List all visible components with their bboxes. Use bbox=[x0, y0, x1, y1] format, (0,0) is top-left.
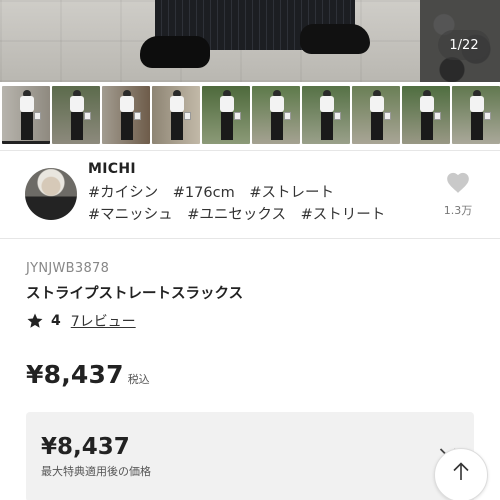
star-icon bbox=[27, 313, 43, 328]
thumbnail[interactable] bbox=[452, 86, 500, 144]
tag-item[interactable]: #ユニセックス bbox=[187, 204, 286, 226]
tag-item[interactable]: #カイシン bbox=[88, 182, 158, 204]
figure-top bbox=[70, 96, 84, 112]
tag-item[interactable]: #176cm bbox=[173, 182, 235, 204]
figure-top bbox=[120, 96, 134, 112]
thumbnail[interactable] bbox=[152, 86, 200, 144]
figure-legs bbox=[321, 112, 333, 140]
figure-legs bbox=[121, 112, 133, 140]
product-main-image[interactable]: 1/22 bbox=[0, 0, 500, 82]
heart-icon bbox=[447, 172, 469, 193]
thumbnail[interactable] bbox=[402, 86, 450, 144]
figure-bag bbox=[284, 112, 291, 120]
best-price-panel[interactable]: ¥8,437 最大特典適用後の価格 bbox=[26, 412, 474, 500]
tag-item[interactable]: #マニッシュ bbox=[88, 204, 173, 226]
divider bbox=[0, 150, 500, 151]
review-link[interactable]: 7レビュー bbox=[71, 311, 136, 331]
rating-row: 4 7レビュー bbox=[26, 311, 136, 331]
figure-legs bbox=[421, 112, 433, 140]
image-counter: 1/22 bbox=[438, 30, 490, 60]
tag-item[interactable]: #ストリート bbox=[301, 204, 386, 226]
figure-bag bbox=[134, 112, 141, 120]
thumbnail[interactable] bbox=[252, 86, 300, 144]
figure-top bbox=[320, 96, 334, 112]
best-price: ¥8,437 bbox=[41, 434, 130, 460]
figure-top bbox=[470, 96, 484, 112]
figure-legs bbox=[471, 112, 483, 140]
price: ¥8,437 bbox=[26, 360, 124, 389]
figure-top bbox=[220, 96, 234, 112]
product-name: ストライプストレートスラックス bbox=[26, 286, 244, 302]
figure-bag bbox=[434, 112, 441, 120]
divider bbox=[0, 238, 500, 239]
tax-label: 税込 bbox=[127, 373, 150, 386]
avatar[interactable] bbox=[25, 168, 77, 220]
arrow-up-icon bbox=[453, 462, 469, 480]
thumbnail[interactable] bbox=[202, 86, 250, 144]
thumbnail[interactable] bbox=[52, 86, 100, 144]
figure-top bbox=[20, 96, 34, 112]
thumbnail-strip bbox=[0, 86, 500, 146]
product-code: JYNJWB3878 bbox=[26, 261, 110, 276]
figure-legs bbox=[71, 112, 83, 140]
figure-top bbox=[270, 96, 284, 112]
price-row: ¥8,437 税込 bbox=[26, 360, 150, 389]
rating-score: 4 bbox=[51, 313, 61, 329]
figure-legs bbox=[371, 112, 383, 140]
staff-name[interactable]: MICHI bbox=[88, 161, 136, 177]
scroll-to-top-button[interactable] bbox=[434, 448, 488, 500]
figure-bag bbox=[184, 112, 191, 120]
thumbnail[interactable] bbox=[302, 86, 350, 144]
figure-legs bbox=[21, 112, 33, 140]
favorite-button[interactable]: 1.3万 bbox=[440, 170, 476, 218]
figure-bag bbox=[84, 112, 91, 120]
thumbnail[interactable] bbox=[2, 86, 50, 144]
thumbnail[interactable] bbox=[102, 86, 150, 144]
figure-top bbox=[370, 96, 384, 112]
right-shoe bbox=[300, 24, 370, 54]
figure-legs bbox=[221, 112, 233, 140]
figure-top bbox=[170, 96, 184, 112]
tag-list: #カイシン #176cm #ストレート #マニッシュ #ユニセックス #ストリー… bbox=[88, 182, 433, 226]
figure-bag bbox=[334, 112, 341, 120]
figure-top bbox=[420, 96, 434, 112]
tag-item[interactable]: #ストレート bbox=[249, 182, 334, 204]
favorite-count: 1.3万 bbox=[443, 204, 473, 217]
figure-bag bbox=[484, 112, 491, 120]
figure-bag bbox=[384, 112, 391, 120]
figure-bag bbox=[34, 112, 41, 120]
thumbnail[interactable] bbox=[352, 86, 400, 144]
figure-bag bbox=[234, 112, 241, 120]
left-shoe bbox=[140, 36, 210, 68]
figure-legs bbox=[171, 112, 183, 140]
figure-legs bbox=[271, 112, 283, 140]
best-price-label: 最大特典適用後の価格 bbox=[41, 465, 151, 478]
